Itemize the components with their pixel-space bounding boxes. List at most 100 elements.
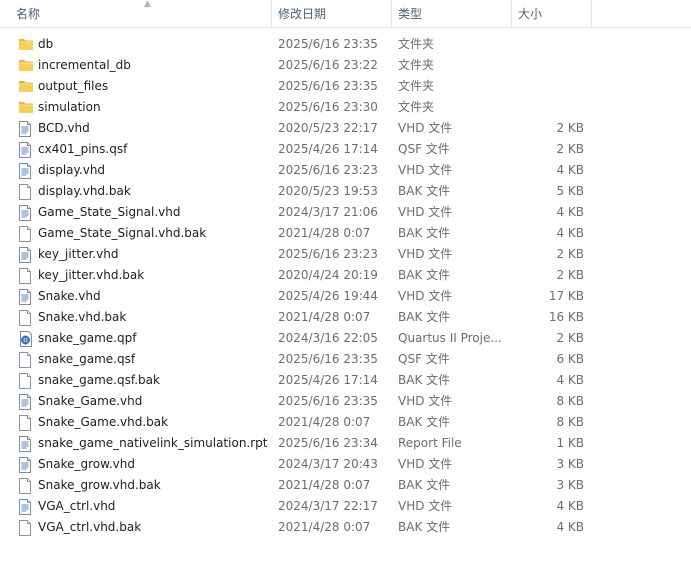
file-size: 4 KB xyxy=(556,205,584,219)
file-row[interactable]: Game_State_Signal.vhd 2024/3/17 21:06 VHD … xyxy=(0,202,691,223)
file-name: BCD.vhd xyxy=(38,121,90,135)
file-type: 文件夹 xyxy=(398,58,435,72)
file-modified-date: 2024/3/17 20:43 xyxy=(278,457,378,471)
file-name: Snake_Game.vhd xyxy=(38,394,143,408)
file-name: snake_game.qsf xyxy=(38,352,136,366)
file-row[interactable]: db 2025/6/16 23:35 文件夹 xyxy=(0,34,691,55)
file-name: output_files xyxy=(38,79,109,93)
file-type: 文件夹 xyxy=(398,37,435,51)
file-type: 文件夹 xyxy=(398,100,435,114)
file-row[interactable]: snake_game.qsf 2025/6/16 23:35 QSF 文件 6 KB xyxy=(0,349,691,370)
file-row[interactable]: output_files 2025/6/16 23:35 文件夹 xyxy=(0,76,691,97)
sort-ascending-icon: ▲ xyxy=(144,0,151,9)
column-header-modified[interactable]: 修改日期 xyxy=(272,0,392,27)
file-row[interactable]: cx401_pins.qsf 2025/4/26 17:14 QSF 文件 2 KB xyxy=(0,139,691,160)
file-size: 2 KB xyxy=(556,121,584,135)
file-name: Snake.vhd.bak xyxy=(38,310,127,324)
file-type: BAK 文件 xyxy=(398,226,451,240)
file-row[interactable]: display.vhd 2025/6/16 23:23 VHD 文件 4 KB xyxy=(0,160,691,181)
file-modified-date: 2025/4/26 17:14 xyxy=(278,142,378,156)
blank-file-icon xyxy=(18,517,34,538)
file-name: snake_game_nativelink_simulation.rpt xyxy=(38,436,268,450)
file-row[interactable]: snake_game.qsf.bak 2025/4/26 17:14 BAK 文件 4… xyxy=(0,370,691,391)
file-size: 2 KB xyxy=(556,247,584,261)
file-name: Snake_grow.vhd.bak xyxy=(38,478,161,492)
text-file-icon xyxy=(18,496,34,517)
file-modified-date: 2024/3/17 22:17 xyxy=(278,499,378,513)
blank-file-icon xyxy=(18,475,34,496)
text-file-icon xyxy=(18,160,34,181)
file-type: BAK 文件 xyxy=(398,310,451,324)
file-size: 2 KB xyxy=(556,268,584,282)
file-name: VGA_ctrl.vhd.bak xyxy=(38,520,142,534)
file-size: 4 KB xyxy=(556,373,584,387)
column-header-modified-label: 修改日期 xyxy=(278,7,327,21)
file-modified-date: 2025/6/16 23:34 xyxy=(278,436,378,450)
text-file-icon xyxy=(18,286,34,307)
file-size xyxy=(513,55,584,76)
file-modified-date: 2021/4/28 0:07 xyxy=(278,310,371,324)
column-header-size-label: 大小 xyxy=(518,7,543,21)
file-name: simulation xyxy=(38,100,101,114)
text-file-icon xyxy=(18,202,34,223)
file-row[interactable]: Snake.vhd 2025/4/26 19:44 VHD 文件 17 KB xyxy=(0,286,691,307)
file-modified-date: 2025/6/16 23:35 xyxy=(278,79,378,93)
text-file-icon xyxy=(18,454,34,475)
file-modified-date: 2025/6/16 23:22 xyxy=(278,58,378,72)
file-type: Report File xyxy=(398,436,462,450)
file-size: 5 KB xyxy=(556,184,584,198)
text-file-icon xyxy=(18,244,34,265)
file-row[interactable]: VGA_ctrl.vhd.bak 2021/4/28 0:07 BAK 文件 4 KB xyxy=(0,517,691,538)
file-row[interactable]: Snake_grow.vhd.bak 2021/4/28 0:07 BAK 文件 3 … xyxy=(0,475,691,496)
file-size: 3 KB xyxy=(556,457,584,471)
file-row[interactable]: VGA_ctrl.vhd 2024/3/17 22:17 VHD 文件 4 KB xyxy=(0,496,691,517)
folder-icon xyxy=(18,55,34,76)
file-row[interactable]: snake_game.qpf 2024/3/16 22:05 Quartus II … xyxy=(0,328,691,349)
file-modified-date: 2020/4/24 20:19 xyxy=(278,268,378,282)
column-header-size[interactable]: 大小 xyxy=(512,0,592,27)
file-row[interactable]: Snake_Game.vhd.bak 2021/4/28 0:07 BAK 文件 8 … xyxy=(0,412,691,433)
file-size: 17 KB xyxy=(548,289,584,303)
file-row[interactable]: Snake_Game.vhd 2025/6/16 23:35 VHD 文件 8 KB xyxy=(0,391,691,412)
file-name: Snake.vhd xyxy=(38,289,101,303)
file-row[interactable]: display.vhd.bak 2020/5/23 19:53 BAK 文件 5 KB xyxy=(0,181,691,202)
file-row[interactable]: simulation 2025/6/16 23:30 文件夹 xyxy=(0,97,691,118)
quartus-project-icon xyxy=(18,328,34,349)
column-header-type[interactable]: 类型 xyxy=(392,0,512,27)
file-row[interactable]: Game_State_Signal.vhd.bak 2021/4/28 0:07 B… xyxy=(0,223,691,244)
file-name: display.vhd.bak xyxy=(38,184,131,198)
file-modified-date: 2020/5/23 19:53 xyxy=(278,184,378,198)
file-size xyxy=(513,97,584,118)
file-size: 6 KB xyxy=(556,352,584,366)
file-row[interactable]: key_jitter.vhd 2025/6/16 23:23 VHD 文件 2 KB xyxy=(0,244,691,265)
file-row[interactable]: key_jitter.vhd.bak 2020/4/24 20:19 BAK 文件 2… xyxy=(0,265,691,286)
column-header-name[interactable]: 名称 ▲ xyxy=(10,0,272,27)
file-row[interactable]: Snake_grow.vhd 2024/3/17 20:43 VHD 文件 3 KB xyxy=(0,454,691,475)
blank-file-icon xyxy=(18,307,34,328)
file-row[interactable]: BCD.vhd 2020/5/23 22:17 VHD 文件 2 KB xyxy=(0,118,691,139)
file-name: key_jitter.vhd.bak xyxy=(38,268,145,282)
file-name: Snake_grow.vhd xyxy=(38,457,135,471)
file-size: 4 KB xyxy=(556,163,584,177)
file-type: VHD 文件 xyxy=(398,121,453,135)
file-type: BAK 文件 xyxy=(398,520,451,534)
file-row[interactable]: snake_game_nativelink_simulation.rpt 2025… xyxy=(0,433,691,454)
file-size: 16 KB xyxy=(548,310,584,324)
file-name: snake_game.qpf xyxy=(38,331,137,345)
file-size: 3 KB xyxy=(556,478,584,492)
file-type: BAK 文件 xyxy=(398,373,451,387)
file-modified-date: 2021/4/28 0:07 xyxy=(278,415,371,429)
file-row[interactable]: incremental_db 2025/6/16 23:22 文件夹 xyxy=(0,55,691,76)
file-modified-date: 2025/6/16 23:30 xyxy=(278,100,378,114)
file-row[interactable]: Snake.vhd.bak 2021/4/28 0:07 BAK 文件 16 KB xyxy=(0,307,691,328)
file-modified-date: 2021/4/28 0:07 xyxy=(278,478,371,492)
blank-file-icon xyxy=(18,370,34,391)
file-modified-date: 2025/4/26 17:14 xyxy=(278,373,378,387)
text-file-icon xyxy=(18,391,34,412)
file-modified-date: 2025/6/16 23:23 xyxy=(278,163,378,177)
folder-icon xyxy=(18,76,34,97)
text-file-icon xyxy=(18,118,34,139)
text-file-icon xyxy=(18,433,34,454)
blank-file-icon xyxy=(18,412,34,433)
file-size xyxy=(513,76,584,97)
